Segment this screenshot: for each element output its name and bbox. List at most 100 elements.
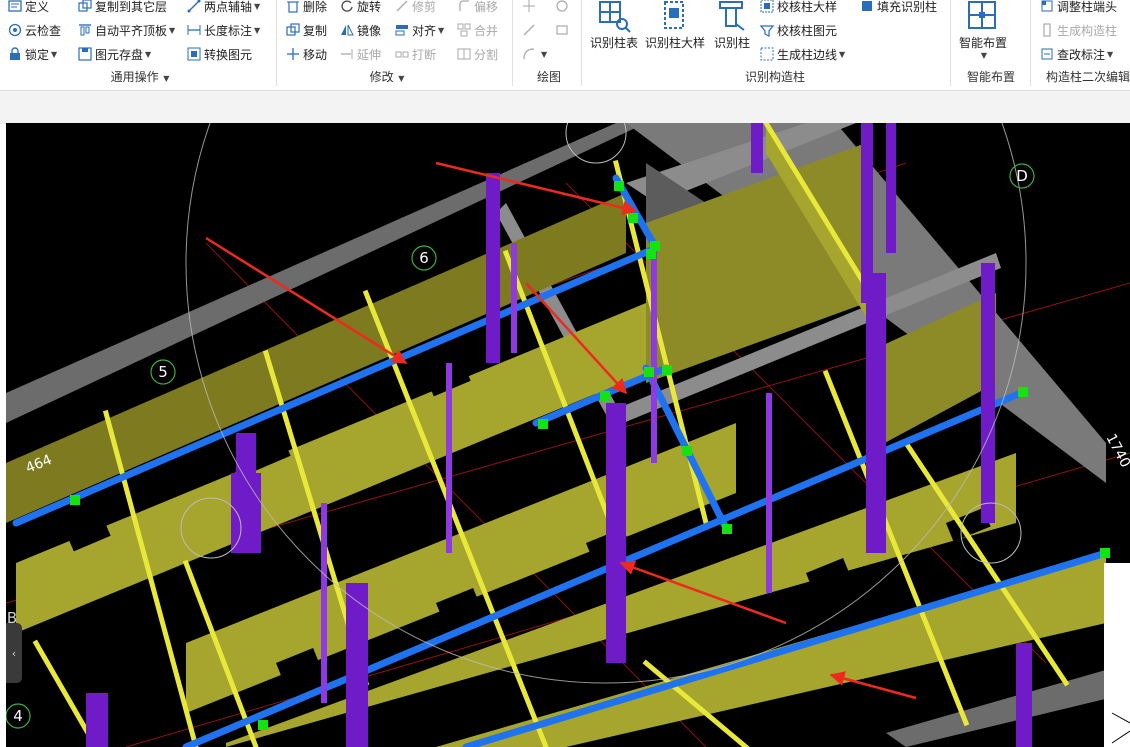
define-button[interactable]: 定义 [8, 0, 49, 17]
grip-point[interactable] [662, 365, 672, 375]
adjust-end-icon [1040, 0, 1054, 13]
grip-point[interactable] [600, 391, 610, 401]
extend-button[interactable]: 延伸 [340, 43, 381, 65]
cloud-check-icon [8, 23, 22, 37]
split-button[interactable]: 分割 [457, 43, 498, 65]
check-element-button[interactable]: 校核柱图元 [760, 19, 837, 41]
save-element-button[interactable]: 图元存盘 ▼ [78, 43, 151, 65]
dimension-right: 1740 [1102, 431, 1130, 470]
draw-rect-button[interactable] [555, 19, 572, 41]
grip-point[interactable] [614, 181, 624, 191]
length-dim-label: 长度标注 [204, 23, 253, 38]
column [446, 363, 452, 553]
3d-viewport[interactable]: D 6 5 4 B 464 1740 ‹ [6, 123, 1130, 747]
gen-edge-button[interactable]: 生成柱边线 ▼ [760, 43, 845, 65]
edit-dim-button[interactable]: 查改标注 ▼ [1040, 43, 1113, 65]
delete-button[interactable]: 删除 [286, 0, 327, 17]
draw-circle-button[interactable] [555, 0, 572, 17]
move-button[interactable]: 移动 [286, 43, 327, 65]
group-divider [512, 0, 513, 86]
lock-button[interactable]: 锁定 ▼ [8, 43, 57, 65]
id-detail-button[interactable]: 识别柱大样 [643, 0, 707, 51]
fill-icon [860, 0, 874, 13]
lock-label: 锁定 [25, 47, 50, 62]
sidebar-toggle[interactable]: ‹ [6, 623, 22, 683]
check-detail-button[interactable]: 校核柱大样 [760, 0, 837, 17]
id-table-button[interactable]: 识别柱表 [588, 0, 640, 51]
grip-point[interactable] [682, 446, 692, 456]
grip-point[interactable] [646, 249, 656, 259]
grip-point[interactable] [538, 419, 548, 429]
two-point-axis-button[interactable]: 两点辅轴 ▼ [187, 0, 260, 17]
break-button[interactable]: 打断 [395, 43, 436, 65]
grip-point[interactable] [70, 495, 80, 505]
delete-label: 删除 [303, 0, 328, 14]
draw-point-button[interactable] [522, 0, 539, 17]
mirror-icon [340, 23, 354, 37]
align-button[interactable]: 对齐 ▼ [395, 19, 444, 41]
extend-icon [340, 47, 354, 61]
rotate-button[interactable]: 旋转 [340, 0, 381, 17]
gen-column-button[interactable]: 生成构造柱 [1040, 19, 1117, 41]
merge-button[interactable]: 合并 [457, 19, 498, 41]
copy-to-layer-button[interactable]: 复制到其它层 [78, 0, 167, 17]
define-label: 定义 [25, 0, 50, 14]
chevron-down-icon: ▼ [541, 49, 548, 59]
two-point-axis-label: 两点辅轴 [204, 0, 253, 14]
length-dim-button[interactable]: 长度标注 ▼ [187, 19, 260, 41]
ribbon-toolbar: 定义 云检查 锁定 ▼ 复制到其它层 自动平齐顶板 ▼ 图元存盘 ▼ 两点辅轴 … [0, 0, 1130, 90]
grip-point[interactable] [644, 367, 654, 377]
grip-point[interactable] [1100, 548, 1110, 558]
chevron-down-icon: ▼ [839, 49, 846, 59]
draw-arc-button[interactable]: ▼ [522, 43, 547, 65]
cloud-check-button[interactable]: 云检查 [8, 19, 61, 41]
model-view: D 6 5 4 B 464 1740 [6, 123, 1130, 747]
grip-point[interactable] [722, 524, 732, 534]
rotate-label: 旋转 [357, 0, 382, 14]
column [606, 403, 626, 653]
draw-line-button[interactable] [522, 19, 539, 41]
chevron-down-icon: ▼ [51, 49, 58, 59]
grip-point[interactable] [1018, 387, 1028, 397]
trim-icon [395, 0, 409, 13]
check-detail-icon [760, 0, 774, 13]
column [766, 393, 772, 593]
circle-icon [555, 0, 569, 13]
column-id-icon [714, 0, 750, 34]
convert-icon [187, 47, 201, 61]
smart-place-button[interactable]: 智能布置 ▼ [955, 0, 1011, 60]
chevron-down-icon: ▼ [254, 1, 261, 11]
group-label-secondary: 构造柱二次编辑 [1045, 70, 1130, 84]
cloud-check-label: 云检查 [25, 23, 62, 38]
slab-edge [886, 663, 1130, 747]
column [486, 173, 500, 363]
tab-strip [0, 90, 1130, 124]
grip-point[interactable] [628, 213, 638, 223]
split-icon [457, 47, 471, 61]
copy-button[interactable]: 复制 [286, 19, 327, 41]
adjust-end-button[interactable]: 调整柱端头 [1040, 0, 1117, 17]
merge-icon [457, 23, 471, 37]
chevron-down-icon: ▼ [1107, 49, 1114, 59]
column [981, 263, 995, 523]
trim-button[interactable]: 修剪 [395, 0, 436, 17]
column [231, 473, 261, 553]
auto-align-top-button[interactable]: 自动平齐顶板 ▼ [78, 19, 175, 41]
mirror-button[interactable]: 镜像 [340, 19, 381, 41]
column [321, 503, 327, 703]
offset-button[interactable]: 偏移 [457, 0, 498, 17]
edit-dim-label: 查改标注 [1057, 47, 1106, 62]
chevron-down-icon: ▼ [254, 25, 261, 35]
axis-label-4: 4 [13, 707, 23, 725]
split-label: 分割 [474, 47, 499, 62]
id-column-button[interactable]: 识别柱 [712, 0, 752, 51]
offset-label: 偏移 [474, 0, 499, 14]
fill-id-label: 填充识别柱 [877, 0, 938, 14]
convert-element-button[interactable]: 转换图元 [187, 43, 252, 65]
column-detail-icon [657, 0, 693, 34]
merge-label: 合并 [474, 23, 499, 38]
fill-id-button[interactable]: 填充识别柱 [860, 0, 937, 17]
group-label-draw: 绘图 [536, 70, 561, 84]
grip-point[interactable] [258, 720, 268, 730]
axis-label-5: 5 [158, 363, 168, 381]
